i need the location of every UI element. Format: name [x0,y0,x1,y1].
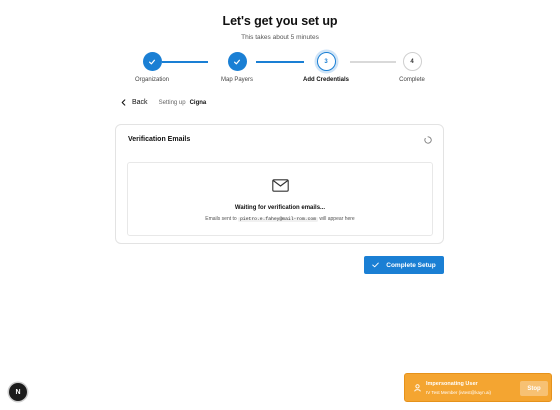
step-organization: Organization [112,52,192,83]
app-badge[interactable]: N [9,383,27,401]
impersonation-user: IV Test Member (ivtest@kayn.ai) [426,390,492,395]
email-note: Emails sent to pietro.e.fahey@mail-rom.c… [128,216,432,222]
complete-setup-button[interactable]: Complete Setup [364,256,444,274]
note-suffix: will appear here [319,216,355,222]
check-icon [149,59,155,64]
back-label: Back [132,99,148,106]
waiting-message: Waiting for verification emails... [234,205,326,211]
step-complete: 4 Complete [372,52,452,83]
page-subtitle: This takes about 5 minutes [241,34,319,41]
loading-spinner-icon [424,136,432,144]
step-label: Organization [134,77,170,83]
card-title: Verification Emails [128,136,191,143]
user-icon [414,384,421,392]
step-label: Add Credentials [302,77,349,83]
impersonation-banner: Impersonating User IV Test Member (ivtes… [404,373,552,402]
complete-setup-label: Complete Setup [386,261,436,269]
email-address: pietro.e.fahey@mail-rom.com [238,217,319,222]
stop-impersonation-button[interactable]: Stop [520,381,548,396]
setting-up-label: Setting up [158,99,186,106]
verification-emails-card: Verification Emails Waiting for verifica… [115,124,444,244]
step-add-credentials: 3 Add Credentials [286,52,366,83]
impersonation-title: Impersonating User [426,381,478,387]
step-circle-current: 3 [316,52,336,71]
step-circle-done [142,52,162,71]
setup-stepper: Organization Map Payers 3 Add Credential… [0,52,560,88]
check-icon [372,262,380,268]
page-title: Let's get you set up [222,14,338,28]
breadcrumb: Back Setting up Cigna [121,99,206,106]
back-button[interactable]: Back [121,99,148,106]
note-prefix: Emails sent to [205,216,237,222]
step-circle-todo: 4 [402,52,422,71]
chevron-left-icon [121,99,126,106]
check-icon [234,59,240,64]
empty-state: Waiting for verification emails... Email… [127,162,433,236]
step-label: Map Payers [220,77,253,83]
step-label: Complete [399,77,425,83]
step-map-payers: Map Payers [197,52,277,83]
payer-name: Cigna [189,99,207,106]
mail-icon [272,179,289,192]
step-circle-done [227,52,247,71]
page-header: Let's get you set up This takes about 5 … [0,14,560,41]
